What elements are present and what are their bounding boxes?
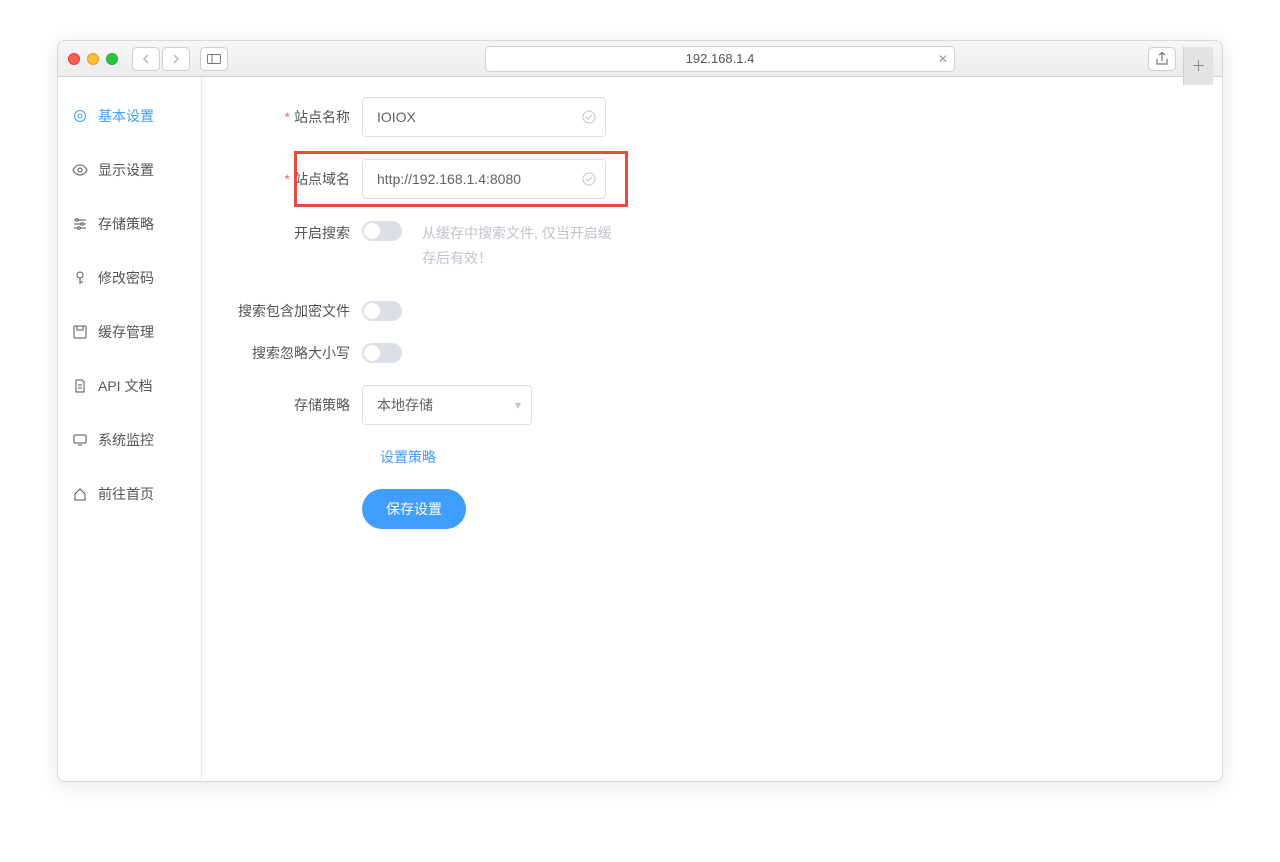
sidebar-item-label: 系统监控 [98, 430, 154, 450]
search-ignorecase-toggle[interactable] [362, 343, 402, 363]
traffic-lights [68, 53, 118, 65]
nav-buttons [132, 47, 190, 71]
storage-strategy-value: 本地存储 [377, 395, 433, 415]
row-storage-strategy: 存储策略 本地存储 ▾ [232, 385, 1192, 425]
sliders-icon [72, 216, 88, 232]
validated-icon [582, 110, 596, 124]
sidebar-item-storage-strategy[interactable]: 存储策略 [58, 197, 201, 251]
search-encrypted-toggle[interactable] [362, 301, 402, 321]
row-search-encrypted: 搜索包含加密文件 [232, 301, 1192, 321]
site-domain-input[interactable] [362, 159, 606, 199]
sidebar-item-label: 修改密码 [98, 268, 154, 288]
sidebar-item-label: 前往首页 [98, 484, 154, 504]
sidebar-item-basic-settings[interactable]: 基本设置 [58, 89, 201, 143]
url-text: 192.168.1.4 [686, 51, 755, 66]
app-body: 基本设置 显示设置 存储策略 修改密码 缓存管理 API 文档 [58, 77, 1222, 781]
key-icon [72, 270, 88, 286]
share-button[interactable] [1148, 47, 1176, 71]
sidebar-item-display-settings[interactable]: 显示设置 [58, 143, 201, 197]
close-window-button[interactable] [68, 53, 80, 65]
validated-icon [582, 172, 596, 186]
sidebar-item-label: API 文档 [98, 376, 152, 396]
sidebar-item-label: 存储策略 [98, 214, 154, 234]
site-domain-label: 站点域名 [232, 169, 362, 189]
clear-url-icon[interactable]: ✕ [938, 52, 948, 66]
monitor-icon [72, 432, 88, 448]
strategy-settings-link[interactable]: 设置策略 [380, 447, 436, 467]
site-name-input[interactable] [362, 97, 606, 137]
storage-strategy-label: 存储策略 [232, 395, 362, 415]
storage-strategy-select[interactable]: 本地存储 ▾ [362, 385, 532, 425]
back-button[interactable] [132, 47, 160, 71]
sidebar-item-label: 显示设置 [98, 160, 154, 180]
site-name-label: 站点名称 [232, 107, 362, 127]
browser-window: 192.168.1.4 ✕ ＋ 基本设置 显示设置 存储策 [57, 40, 1223, 782]
sidebar-item-label: 基本设置 [98, 106, 154, 126]
row-storage-link: 设置策略 [232, 447, 1192, 467]
sidebar-item-change-password[interactable]: 修改密码 [58, 251, 201, 305]
search-ignorecase-label: 搜索忽略大小写 [232, 343, 362, 363]
titlebar: 192.168.1.4 ✕ ＋ [58, 41, 1222, 77]
sidebar-item-system-monitor[interactable]: 系统监控 [58, 413, 201, 467]
row-save: 保存设置 [232, 489, 1192, 529]
sidebar-item-api-docs[interactable]: API 文档 [58, 359, 201, 413]
sidebar-toggle-button[interactable] [200, 47, 228, 71]
row-site-name: 站点名称 [232, 97, 1192, 137]
zoom-window-button[interactable] [106, 53, 118, 65]
new-tab-button[interactable]: ＋ [1183, 47, 1213, 85]
minimize-window-button[interactable] [87, 53, 99, 65]
forward-button[interactable] [162, 47, 190, 71]
enable-search-label: 开启搜索 [232, 221, 362, 243]
save-icon [72, 324, 88, 340]
search-encrypted-label: 搜索包含加密文件 [232, 301, 362, 321]
enable-search-hint: 从缓存中搜索文件, 仅当开启缓存后有效！ [422, 221, 622, 271]
toolbar-right: ＋ [1148, 47, 1212, 71]
main-content: 站点名称 站点域名 开启搜索 [202, 77, 1222, 781]
row-site-domain: 站点域名 [232, 159, 1192, 199]
save-button[interactable]: 保存设置 [362, 489, 466, 529]
document-icon [72, 378, 88, 394]
gear-icon [72, 108, 88, 124]
sidebar-item-home[interactable]: 前往首页 [58, 467, 201, 521]
enable-search-toggle[interactable] [362, 221, 402, 241]
row-enable-search: 开启搜索 从缓存中搜索文件, 仅当开启缓存后有效！ [232, 221, 1192, 271]
home-icon [72, 486, 88, 502]
chevron-down-icon: ▾ [515, 398, 521, 412]
row-search-ignorecase: 搜索忽略大小写 [232, 343, 1192, 363]
sidebar-item-cache-management[interactable]: 缓存管理 [58, 305, 201, 359]
url-bar[interactable]: 192.168.1.4 ✕ [485, 46, 955, 72]
eye-icon [72, 162, 88, 178]
sidebar: 基本设置 显示设置 存储策略 修改密码 缓存管理 API 文档 [58, 77, 202, 781]
sidebar-item-label: 缓存管理 [98, 322, 154, 342]
